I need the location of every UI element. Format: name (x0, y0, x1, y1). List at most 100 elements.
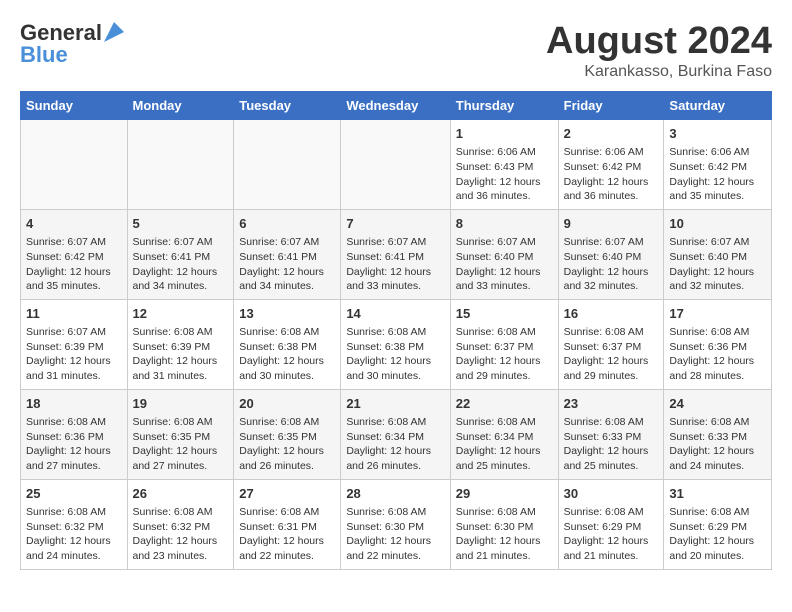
cell-text: Daylight: 12 hours and 25 minutes. (564, 444, 659, 473)
cell-text: Daylight: 12 hours and 22 minutes. (239, 534, 335, 563)
cell-text: Sunset: 6:29 PM (669, 520, 766, 535)
cell-text: Sunrise: 6:07 AM (456, 235, 553, 250)
calendar-cell: 10Sunrise: 6:07 AMSunset: 6:40 PMDayligh… (664, 209, 772, 299)
cell-text: Daylight: 12 hours and 21 minutes. (456, 534, 553, 563)
header-cell-sunday: Sunday (21, 92, 128, 120)
cell-text: Sunset: 6:32 PM (133, 520, 229, 535)
cell-text: Sunset: 6:43 PM (456, 160, 553, 175)
cell-text: Daylight: 12 hours and 33 minutes. (346, 265, 444, 294)
calendar-cell: 21Sunrise: 6:08 AMSunset: 6:34 PMDayligh… (341, 389, 450, 479)
day-number: 25 (26, 485, 122, 503)
cell-text: Sunrise: 6:08 AM (239, 325, 335, 340)
day-number: 18 (26, 395, 122, 413)
day-number: 22 (456, 395, 553, 413)
day-number: 12 (133, 305, 229, 323)
cell-text: Sunset: 6:37 PM (564, 340, 659, 355)
cell-text: Sunset: 6:40 PM (564, 250, 659, 265)
day-number: 28 (346, 485, 444, 503)
header-cell-monday: Monday (127, 92, 234, 120)
day-number: 29 (456, 485, 553, 503)
calendar-cell: 14Sunrise: 6:08 AMSunset: 6:38 PMDayligh… (341, 299, 450, 389)
calendar-cell (21, 120, 128, 210)
cell-text: Daylight: 12 hours and 32 minutes. (564, 265, 659, 294)
cell-text: Sunset: 6:34 PM (456, 430, 553, 445)
cell-text: Sunrise: 6:07 AM (564, 235, 659, 250)
calendar-cell: 29Sunrise: 6:08 AMSunset: 6:30 PMDayligh… (450, 479, 558, 569)
cell-text: Sunrise: 6:08 AM (456, 415, 553, 430)
cell-text: Sunrise: 6:07 AM (239, 235, 335, 250)
cell-text: Sunrise: 6:08 AM (133, 505, 229, 520)
cell-text: Daylight: 12 hours and 33 minutes. (456, 265, 553, 294)
cell-text: Sunrise: 6:07 AM (26, 235, 122, 250)
header-cell-tuesday: Tuesday (234, 92, 341, 120)
day-number: 24 (669, 395, 766, 413)
day-number: 9 (564, 215, 659, 233)
day-number: 16 (564, 305, 659, 323)
calendar-cell (234, 120, 341, 210)
cell-text: Sunset: 6:42 PM (564, 160, 659, 175)
day-number: 10 (669, 215, 766, 233)
cell-text: Sunrise: 6:07 AM (26, 325, 122, 340)
page-header: General Blue August 2024 Karankasso, Bur… (20, 20, 772, 81)
cell-text: Daylight: 12 hours and 21 minutes. (564, 534, 659, 563)
cell-text: Sunset: 6:32 PM (26, 520, 122, 535)
cell-text: Sunset: 6:39 PM (26, 340, 122, 355)
calendar-cell: 17Sunrise: 6:08 AMSunset: 6:36 PMDayligh… (664, 299, 772, 389)
cell-text: Sunset: 6:38 PM (239, 340, 335, 355)
cell-text: Sunrise: 6:06 AM (456, 145, 553, 160)
day-number: 17 (669, 305, 766, 323)
calendar-cell: 16Sunrise: 6:08 AMSunset: 6:37 PMDayligh… (558, 299, 664, 389)
calendar-cell: 22Sunrise: 6:08 AMSunset: 6:34 PMDayligh… (450, 389, 558, 479)
cell-text: Daylight: 12 hours and 31 minutes. (26, 354, 122, 383)
calendar-cell: 23Sunrise: 6:08 AMSunset: 6:33 PMDayligh… (558, 389, 664, 479)
day-number: 20 (239, 395, 335, 413)
cell-text: Sunrise: 6:08 AM (133, 415, 229, 430)
cell-text: Daylight: 12 hours and 29 minutes. (456, 354, 553, 383)
cell-text: Daylight: 12 hours and 29 minutes. (564, 354, 659, 383)
week-row-4: 18Sunrise: 6:08 AMSunset: 6:36 PMDayligh… (21, 389, 772, 479)
cell-text: Sunrise: 6:08 AM (346, 325, 444, 340)
cell-text: Sunset: 6:30 PM (346, 520, 444, 535)
cell-text: Daylight: 12 hours and 20 minutes. (669, 534, 766, 563)
header-cell-saturday: Saturday (664, 92, 772, 120)
calendar-cell: 26Sunrise: 6:08 AMSunset: 6:32 PMDayligh… (127, 479, 234, 569)
calendar-cell: 28Sunrise: 6:08 AMSunset: 6:30 PMDayligh… (341, 479, 450, 569)
calendar-cell: 13Sunrise: 6:08 AMSunset: 6:38 PMDayligh… (234, 299, 341, 389)
cell-text: Daylight: 12 hours and 24 minutes. (26, 534, 122, 563)
cell-text: Sunset: 6:29 PM (564, 520, 659, 535)
cell-text: Sunset: 6:33 PM (564, 430, 659, 445)
calendar-cell: 12Sunrise: 6:08 AMSunset: 6:39 PMDayligh… (127, 299, 234, 389)
day-number: 2 (564, 125, 659, 143)
cell-text: Sunrise: 6:07 AM (669, 235, 766, 250)
cell-text: Sunrise: 6:08 AM (26, 505, 122, 520)
day-number: 21 (346, 395, 444, 413)
cell-text: Sunset: 6:35 PM (239, 430, 335, 445)
calendar-cell (127, 120, 234, 210)
calendar-cell: 3Sunrise: 6:06 AMSunset: 6:42 PMDaylight… (664, 120, 772, 210)
calendar-cell: 27Sunrise: 6:08 AMSunset: 6:31 PMDayligh… (234, 479, 341, 569)
header-cell-thursday: Thursday (450, 92, 558, 120)
logo-blue: Blue (20, 42, 68, 68)
cell-text: Sunrise: 6:08 AM (456, 505, 553, 520)
cell-text: Daylight: 12 hours and 34 minutes. (239, 265, 335, 294)
calendar-cell: 8Sunrise: 6:07 AMSunset: 6:40 PMDaylight… (450, 209, 558, 299)
cell-text: Daylight: 12 hours and 36 minutes. (564, 175, 659, 204)
cell-text: Daylight: 12 hours and 30 minutes. (346, 354, 444, 383)
header-row: SundayMondayTuesdayWednesdayThursdayFrid… (21, 92, 772, 120)
calendar-cell: 18Sunrise: 6:08 AMSunset: 6:36 PMDayligh… (21, 389, 128, 479)
day-number: 13 (239, 305, 335, 323)
day-number: 6 (239, 215, 335, 233)
calendar-cell: 30Sunrise: 6:08 AMSunset: 6:29 PMDayligh… (558, 479, 664, 569)
cell-text: Sunset: 6:36 PM (669, 340, 766, 355)
cell-text: Sunrise: 6:08 AM (669, 325, 766, 340)
cell-text: Sunset: 6:33 PM (669, 430, 766, 445)
week-row-3: 11Sunrise: 6:07 AMSunset: 6:39 PMDayligh… (21, 299, 772, 389)
day-number: 27 (239, 485, 335, 503)
day-number: 14 (346, 305, 444, 323)
calendar-cell: 11 Sunrise: 6:07 AMSunset: 6:39 PMDayligh… (21, 299, 128, 389)
day-number: 11 (26, 305, 122, 323)
cell-text: Sunset: 6:41 PM (346, 250, 444, 265)
cell-text: Daylight: 12 hours and 27 minutes. (133, 444, 229, 473)
header-cell-friday: Friday (558, 92, 664, 120)
cell-text: Sunset: 6:40 PM (669, 250, 766, 265)
